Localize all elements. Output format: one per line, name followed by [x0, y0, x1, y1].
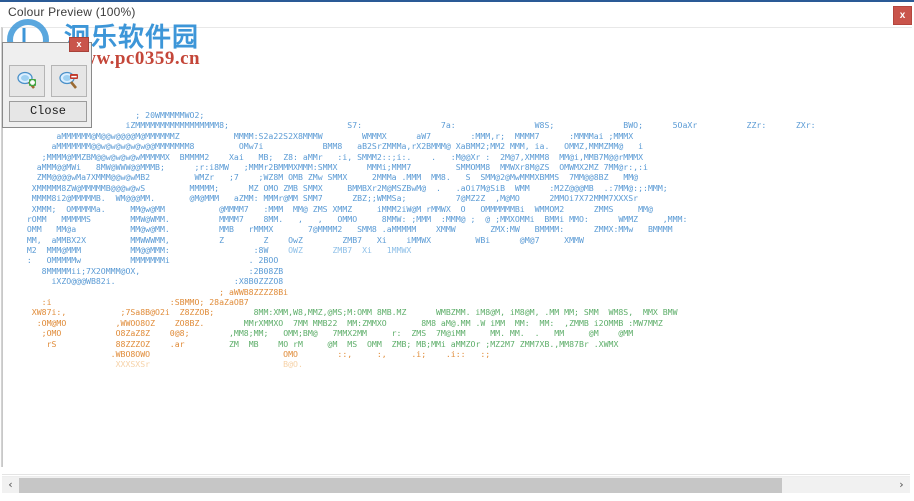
ascii-art-segment: OMM MM@a MM@w@MM. MMB [17, 224, 234, 235]
ascii-art-line: MMMM8i2@MMMMMB. WM@@@MM. @M@MMM aZMM: MM… [17, 193, 816, 203]
ascii-art-segment: XMMM; OMMMMMa. MM@w@MM @MMMM7 [17, 203, 249, 214]
colour-preview-canvas[interactable]: ; 20WMMMMMWO2; iZMMMMMMMMMMMMMMMMM8; S7:… [2, 27, 912, 467]
ascii-art-line: :OM@MO ,WWOO8OZ ZO8BZ. MMrXMMXO 7MM MMB2… [17, 318, 816, 328]
ascii-art-segment: M2 MMM@MMM MM@@MMM: :8W [17, 245, 269, 256]
ascii-art-line: ;MMMM@MMZBM@@w@w@w@wMMMMMX BMMMM2 Xai MB… [17, 152, 816, 162]
ascii-art-segment: OMw7i BMM8 aB2SrZMMMa,rX2BMMM@ XaBMM2;MM… [194, 141, 644, 152]
ascii-art-line: aMMMMMMM@@w@w@w@w@w@@MMMMMMM8 OMw7i BMM8… [17, 141, 816, 151]
scrollbar-thumb[interactable] [19, 478, 782, 493]
page-title: Colour Preview (100%) [8, 5, 136, 19]
ascii-art-line: ZMM@@@@wMa7XMMM@@w@wMB2 WMZr ;7 ;WZ8M OM… [17, 172, 816, 182]
ascii-art-segment: rOMM MMMMMS MMW@WMM. MMMM7 [17, 213, 244, 224]
ascii-art-segment: rMMMX 7@MMMM2 SMM8 .aMMMMM XMMW ZMX:MW B… [233, 224, 673, 235]
ascii-art-segment: ;MMMr2BMMMXMMM:SMMX MMMi;MMM7 SMMOMM8 MM… [228, 161, 648, 172]
ascii-art-segment: 8MM:XMM,W8,MMZ,@MS;M:OMM 8MB.MZ WMBZMM. … [214, 307, 678, 318]
ascii-art-segment: ZM MB MO rM @M MS OMM ZMB; MB;MMi aMMZOr… [184, 338, 619, 349]
ascii-art-segment: XXXSXSr B@O. [17, 359, 303, 370]
ascii-art-segment: ;MMMM@MMZBM@@w@w@w@wMMMMMX BMMMM2 [17, 151, 210, 162]
ascii-art-line: ; 20WMMMMMWO2; [17, 110, 816, 120]
ascii-art-segment: ,MM8;MM; OMM;BM@ 7MMX2MM r: ZMS 7M@iMM M… [189, 328, 634, 339]
ascii-art-segment: rS 88ZZZOZ .ar [17, 338, 185, 349]
ascii-art-line: XW87i:, ;7Sa8B@O2i Z8ZZOB; 8MM:XMM,W8,MM… [17, 307, 816, 317]
magnifier-plus-icon [17, 71, 36, 89]
window-close-button[interactable]: x [893, 6, 912, 25]
ascii-art-line: OMM MM@a MM@w@MM. MMB rMMMX 7@MMMM2 SMM8… [17, 224, 816, 234]
ascii-art-segment: : OMMMMMw MMMMMMMi . 2BOO [17, 255, 279, 266]
ascii-art-line: : OMMMMMw MMMMMMMi . 2BOO [17, 255, 816, 265]
ascii-art-segment: :OM@MO ,WWOO8OZ ZO8BZ. [17, 317, 205, 328]
ascii-art-line: iZMMMMMMMMMMMMMMMMM8; S7: 7a: W8S; BWO; … [17, 120, 816, 131]
ascii-art-segment: OWZ ZMB7 Xi 1MMWX [268, 245, 412, 256]
scroll-right-arrow-icon[interactable]: › [893, 477, 910, 494]
zoom-out-button[interactable] [51, 65, 87, 97]
ascii-art-segment: :MMM MM@ ZMS XMMZ iMMM2iW@M rMMWX O OMMM… [248, 203, 653, 214]
ascii-art-segment: MMrXMMXO 7MM MMB22 MM:ZMMXO 8M8 aM@.MM .… [204, 317, 663, 328]
ascii-art-line: 8MMMMMii;7X2OMMM@OX, :2B08ZB [17, 266, 816, 276]
ascii-art-line: XMMMMM8ZW@MMMMMB@@@w@wS MMMMM; MZ OMO ZM… [17, 183, 816, 193]
ascii-art-line: XMMM; OMMMMMa. MM@w@MM @MMMM7 :MMM MM@ Z… [17, 204, 816, 214]
ascii-art-line: :i :SBMMO; 28aZaOB7 [17, 297, 816, 307]
close-button[interactable]: Close [9, 101, 87, 122]
ascii-art-segment: ; aWWB8ZZZZ8Bi [17, 286, 289, 297]
ascii-art-line: ;OMO O8ZaZ8Z 0@8; ,MM8;MM; OMM;BM@ 7MMX2… [17, 328, 816, 338]
ascii-art-segment: OwZ ZMB7 Xi iMMWX WBi @M@7 XMMW [268, 234, 584, 245]
ascii-art-segment: iXZO@@@WB82i. :X8B0ZZZO8 [17, 276, 284, 287]
ascii-art-segment: ;WZ8M OMB ZMw SMMX 2MMMa .MMM MM8. S SMM… [238, 172, 639, 183]
ascii-art-line: aMMMMMM@M@@w@@@@M@MMMMMMZ MMMM:S2a22S2X8… [17, 131, 816, 141]
ascii-art-line: MM, aMMBX2X MMWWWMM, Z Z OwZ ZMB7 Xi iMM… [17, 235, 816, 245]
ascii-art-segment: XMMMMM8ZW@MMMMMB@@@w@wS MMMMM; [17, 182, 220, 193]
title-bar: Colour Preview (100%) x [0, 0, 914, 27]
colour-preview-window: Colour Preview (100%) x ; 20WMMMMMWO2; i… [0, 0, 914, 501]
ascii-art-segment: aMMM@@MWi 8MW@WWW@@MMMB; ;r:i8MW [17, 161, 229, 172]
ascii-art-segment: XW87i:, ;7Sa8B@O2i Z8ZZOB; [17, 307, 215, 318]
ascii-art-segment: ZMM@@@@wMa7XMMM@@w@wMB2 WMZr ;7 [17, 172, 239, 183]
ascii-art-segment: ;OMO O8ZaZ8Z 0@8; [17, 328, 190, 339]
ascii-art-line: iXZO@@@WB82i. :X8B0ZZZO8 [17, 276, 816, 286]
ascii-art-segment: .WBO8OWO OMO ::, :, .i; .i:: :; [17, 348, 491, 359]
ascii-art-segment: 8MMMMMii;7X2OMMM@OX, :2B08ZB [17, 265, 284, 276]
ascii-art-line: aMMM@@MWi 8MW@WWW@@MMMB; ;r:i8MW ;MMMr2B… [17, 162, 816, 172]
ascii-art-line: rOMM MMMMMS MMW@WMM. MMMM7 8MM. , , OMMO… [17, 214, 816, 224]
title-bar-accent-line [0, 0, 914, 2]
bottom-divider [2, 474, 910, 475]
ascii-art-render: ; 20WMMMMMWO2; iZMMMMMMMMMMMMMMMMM8; S7:… [17, 110, 816, 370]
palette-close-badge[interactable]: x [69, 37, 89, 52]
ascii-art-segment: MM, aMMBX2X MMWWWMM, Z Z [17, 234, 269, 245]
tool-palette: x Close [2, 37, 92, 128]
ascii-art-line: rS 88ZZZOZ .ar ZM MB MO rM @M MS OMM ZMB… [17, 339, 816, 349]
scroll-left-arrow-icon[interactable]: ‹ [2, 477, 19, 494]
horizontal-scrollbar[interactable]: ‹ › [2, 476, 910, 493]
ascii-art-segment: aMMMMMM@M@@w@@@@M@MMMMMMZ [17, 130, 180, 141]
ascii-art-segment: aZMM: MMMr@MM SMM7 ZBZ;;WMMSa; 7@MZ2Z ,M… [219, 193, 639, 204]
ascii-art-segment: :i :SBMMO; 28aZaOB7 [17, 297, 249, 308]
zoom-in-button[interactable] [9, 65, 45, 97]
ascii-art-segment: MMMM8i2@MMMMMB. WM@@@MM. @M@MMM [17, 193, 220, 204]
ascii-art-segment: MZ OMO ZMB SMMX BMMBXr2M@MSZBwM@ . .aOi7… [219, 182, 668, 193]
ascii-art-line: M2 MMM@MMM MM@@MMM: :8W OWZ ZMB7 Xi 1MMW… [17, 245, 816, 255]
ascii-art-segment: aMMMMMMM@@w@w@w@w@w@@MMMMMMM8 [17, 141, 195, 152]
magnifier-minus-icon [59, 71, 78, 89]
scrollbar-track[interactable] [782, 478, 893, 493]
ascii-art-line: .WBO8OWO OMO ::, :, .i; .i:: :; [17, 349, 816, 359]
ascii-art-segment: MMMM:S2a22S2X8MMMW WMMMX aW7 :MMM,r; MMM… [179, 130, 634, 141]
ascii-art-segment: S7: 7a: W8S; BWO; 5OaXr ZZr: ZXr: [228, 120, 816, 131]
ascii-art-segment: 8MM. , , OMMO 8MMW: ;MMM :MMM@ ; @ ;MMXO… [243, 213, 688, 224]
ascii-art-segment: Xai MB; Z8: aMMr :i, SMMM2::;i:. . :M@@X… [209, 151, 644, 162]
ascii-art-line: ; aWWB8ZZZZ8Bi [17, 287, 816, 297]
ascii-art-line: XXXSXSr B@O. [17, 359, 816, 369]
